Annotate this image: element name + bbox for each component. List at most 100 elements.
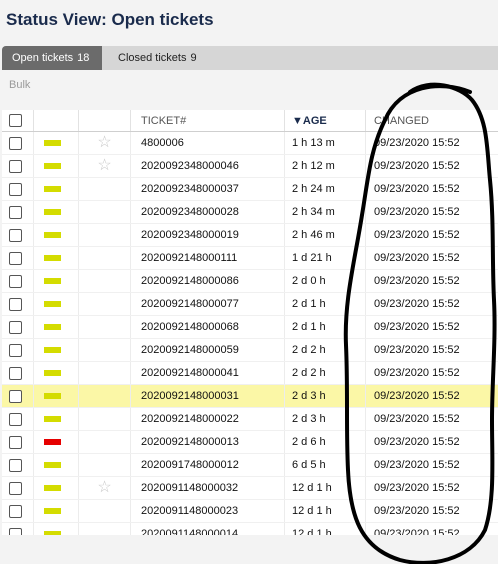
ticket-row[interactable]: ☆ 2020092348000046 2 h 12 m 09/23/2020 15:5… [2,154,498,178]
row-select-cell [2,361,34,385]
row-checkbox[interactable] [9,274,22,288]
bulk-action-link[interactable]: Bulk [9,79,30,91]
priority-indicator [44,301,61,308]
ticket-row[interactable]: 20200921480000412 d 2 h09/23/2020 15:52A [2,361,498,385]
ticket-row[interactable]: 20200921480000592 d 2 h09/23/2020 15:52A [2,338,498,362]
ticket-age: 1 d 21 h [284,246,366,270]
ticket-number[interactable]: 2020091748000012 [130,453,285,477]
priority-indicator [44,163,61,170]
flag-cell [78,430,131,454]
row-checkbox[interactable] [9,458,22,472]
column-header-age[interactable]: ▼AGE [284,110,366,132]
row-checkbox[interactable] [9,481,22,495]
row-checkbox[interactable] [9,297,22,311]
ticket-age: 2 h 12 m [284,154,366,178]
ticket-row[interactable]: 20200917480000126 d 5 h09/23/2020 15:52A [2,453,498,477]
ticket-row[interactable]: 20200921480000222 d 3 h09/23/2020 15:52A [2,407,498,431]
star-icon[interactable]: ☆ [97,479,111,496]
priority-indicator [44,255,61,262]
ticket-age: 2 d 2 h [284,338,366,362]
column-header-changed[interactable]: CHANGED [365,110,498,132]
row-checkbox[interactable] [9,343,22,357]
row-select-cell [2,200,34,224]
ticket-number[interactable]: 2020092148000111 [130,246,285,270]
ticket-row[interactable]: 2020092348000037 2 h 24 m 09/23/2020 15:52… [2,177,498,201]
priority-cell [33,246,79,270]
priority-cell [33,223,79,247]
tab-open-tickets[interactable]: Open tickets 18 [2,46,102,70]
ticket-row[interactable]: 20200921480000682 d 1 h09/23/2020 15:52A [2,315,498,339]
row-checkbox[interactable] [9,320,22,334]
ticket-row[interactable]: 2020091148000014 12 d 1 h 09/23/2020 15:52… [2,522,498,535]
row-checkbox[interactable] [9,389,22,403]
priority-indicator [44,370,61,377]
ticket-number[interactable]: 2020092148000059 [130,338,285,362]
ticket-row[interactable]: 20200921480000772 d 1 h09/23/2020 15:52A [2,292,498,316]
row-checkbox[interactable] [9,182,22,196]
priority-cell [33,269,79,293]
row-checkbox[interactable] [9,205,22,219]
row-select-cell [2,315,34,339]
ticket-number[interactable]: 4800006 [130,131,285,155]
row-select-cell [2,430,34,454]
row-checkbox[interactable] [9,435,22,449]
flag-cell [78,522,131,535]
ticket-number[interactable]: 2020092348000019 [130,223,285,247]
ticket-number[interactable]: 2020092148000041 [130,361,285,385]
flag-cell [78,315,131,339]
priority-indicator [44,416,61,423]
select-all-checkbox[interactable] [9,114,22,127]
ticket-changed: 09/23/2020 15:52 [365,269,498,293]
row-checkbox[interactable] [9,136,22,150]
tab-closed-tickets[interactable]: Closed tickets 9 [108,46,207,70]
ticket-row[interactable]: 20200921480000312 d 3 h09/23/2020 15:52A [2,384,498,408]
ticket-number[interactable]: 2020092148000068 [130,315,285,339]
priority-indicator [44,531,61,535]
ticket-row[interactable]: 20200921480000132 d 6 h09/23/2020 15:52A [2,430,498,454]
ticket-number[interactable]: 2020092348000028 [130,200,285,224]
ticket-number[interactable]: 2020091148000032 [130,476,285,500]
ticket-changed: 09/23/2020 15:52 [365,476,498,500]
ticket-row[interactable]: ☆ 2020091148000032 12 d 1 h 09/23/2020 15:5… [2,476,498,500]
row-select-cell [2,269,34,293]
sort-desc-icon: ▼ [292,114,303,127]
priority-indicator [44,393,61,400]
row-checkbox[interactable] [9,159,22,173]
ticket-row[interactable]: 20200921480000862 d 0 h09/23/2020 15:52A [2,269,498,293]
row-select-cell [2,407,34,431]
priority-cell [33,131,79,155]
row-checkbox[interactable] [9,366,22,380]
ticket-row[interactable]: 2020092348000019 2 h 46 m 09/23/2020 15:52… [2,223,498,247]
row-checkbox[interactable] [9,228,22,242]
ticket-row[interactable]: 2020091148000023 12 d 1 h 09/23/2020 15:52… [2,499,498,523]
column-header-ticket[interactable]: TICKET# [130,110,285,132]
ticket-row[interactable]: 2020092348000028 2 h 34 m 09/23/2020 15:52… [2,200,498,224]
ticket-row[interactable]: 2020092148000111 1 d 21 h 09/23/2020 15:52… [2,246,498,270]
ticket-age: 6 d 5 h [284,453,366,477]
star-icon[interactable]: ☆ [97,134,111,151]
ticket-number[interactable]: 2020092348000037 [130,177,285,201]
ticket-number[interactable]: 2020091148000023 [130,499,285,523]
ticket-number[interactable]: 2020092148000013 [130,430,285,454]
star-icon[interactable]: ☆ [97,157,111,174]
row-checkbox[interactable] [9,527,22,535]
ticket-changed: 09/23/2020 15:52 [365,131,498,155]
priority-indicator [44,278,61,285]
ticket-number[interactable]: 2020092148000077 [130,292,285,316]
row-checkbox[interactable] [9,412,22,426]
row-checkbox[interactable] [9,504,22,518]
ticket-row[interactable]: ☆48000061 h 13 m09/23/2020 15:52A [2,131,498,155]
flag-cell [78,338,131,362]
ticket-number[interactable]: 2020092148000086 [130,269,285,293]
row-checkbox[interactable] [9,251,22,265]
flag-cell: ☆ [78,476,131,500]
row-select-cell [2,154,34,178]
ticket-number[interactable]: 2020092148000031 [130,384,285,408]
priority-cell [33,476,79,500]
flag-cell: ☆ [78,131,131,155]
priority-cell [33,499,79,523]
ticket-number[interactable]: 2020092148000022 [130,407,285,431]
ticket-number[interactable]: 2020092348000046 [130,154,285,178]
priority-indicator [44,347,61,354]
ticket-number[interactable]: 2020091148000014 [130,522,285,535]
